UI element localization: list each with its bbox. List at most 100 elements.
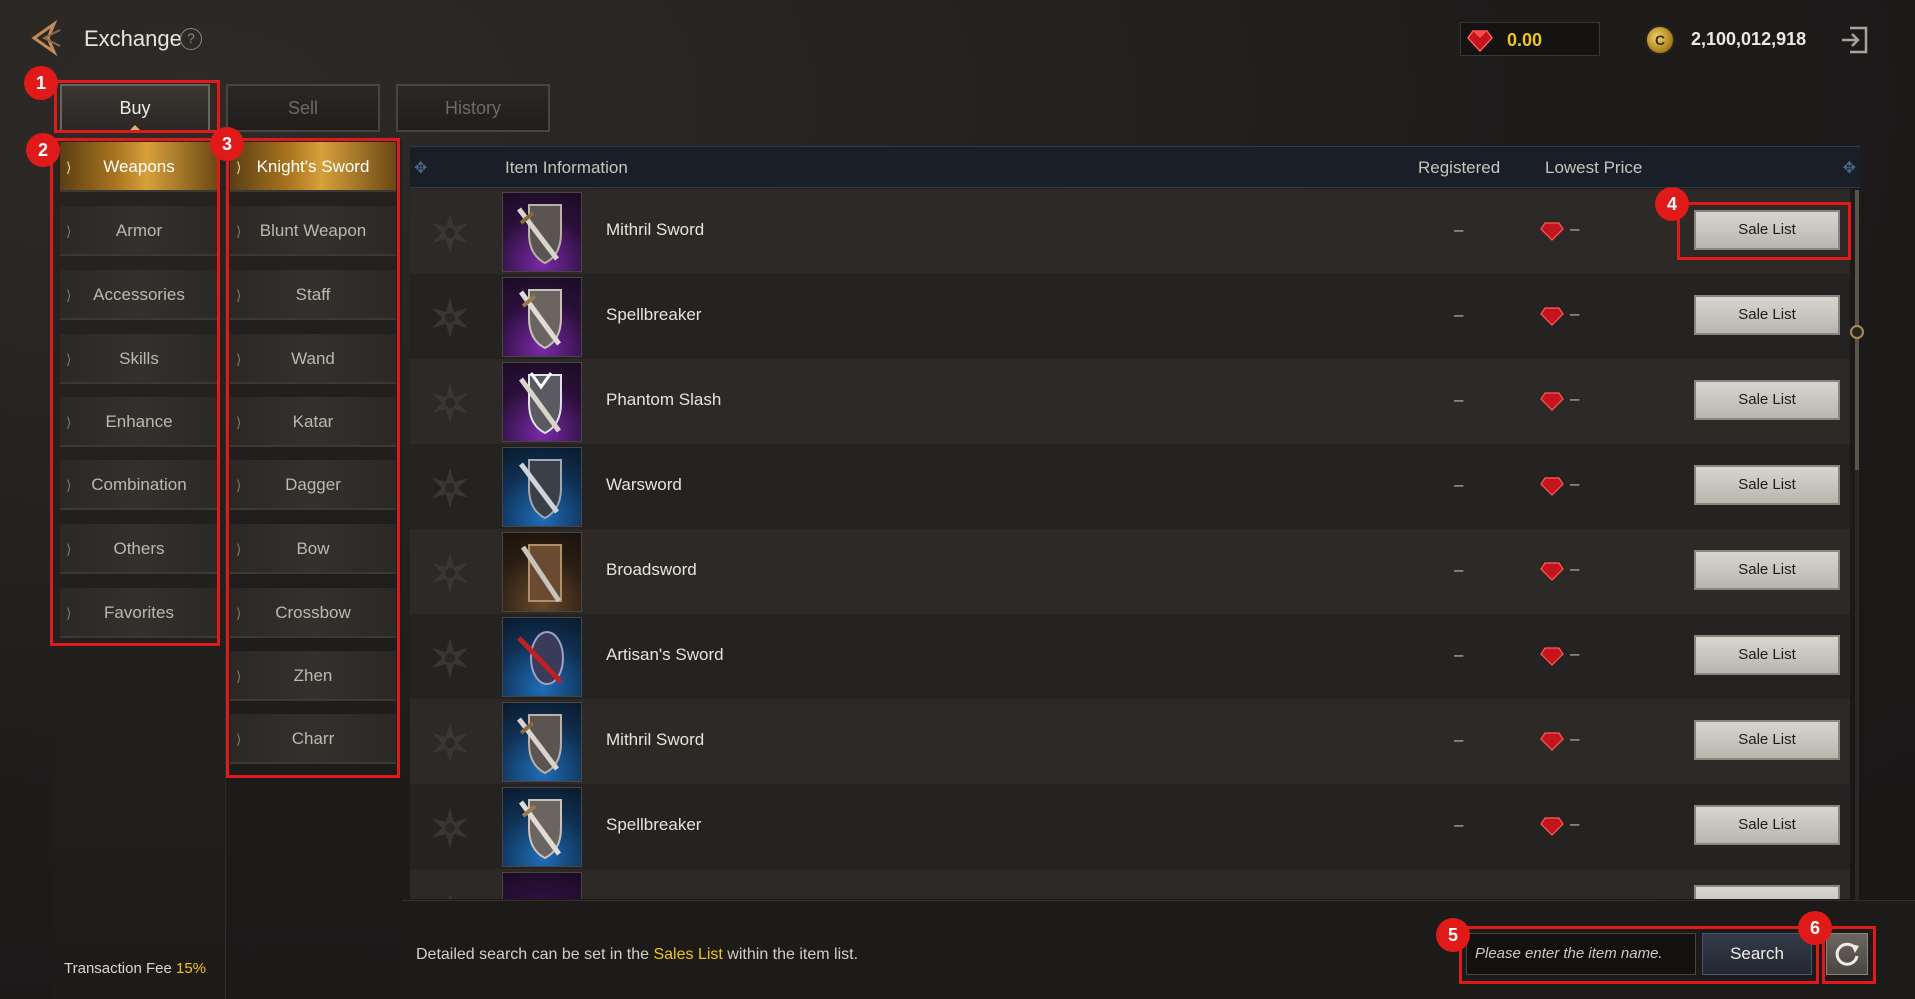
annotation-box-1: [54, 80, 220, 133]
favorite-star-icon[interactable]: [428, 551, 472, 595]
sword-shield-icon: [517, 631, 564, 685]
page-title: Exchange: [84, 26, 182, 51]
ornament-icon: ✥: [1842, 160, 1856, 177]
red-gem-icon: [1540, 817, 1564, 836]
hint-sales-list: Sales List: [653, 946, 723, 963]
lowest-price: –: [1570, 389, 1580, 408]
lowest-price: –: [1570, 729, 1580, 748]
favorite-star-icon[interactable]: [428, 636, 472, 680]
red-gem-icon: [1540, 647, 1564, 666]
annotation-badge: 3: [210, 127, 244, 161]
table-row[interactable]: Phantom Slash – – Sale List: [410, 359, 1850, 444]
favorite-star-icon[interactable]: [428, 721, 472, 765]
annotation-box-5: [1459, 926, 1819, 984]
lowest-price: –: [1570, 219, 1580, 238]
sword-shield-icon: [517, 714, 562, 775]
table-row[interactable]: Spellbreaker – – Sale List: [410, 274, 1850, 359]
help-icon[interactable]: ?: [180, 28, 202, 50]
sale-list-button[interactable]: Sale List: [1694, 805, 1840, 845]
table-row[interactable]: [410, 869, 1850, 899]
sword-shield-icon: [518, 372, 562, 435]
scrollbar[interactable]: [1850, 190, 1864, 900]
sale-list-button[interactable]: Sale List: [1694, 465, 1840, 505]
lowest-price: –: [1570, 474, 1580, 493]
table-row[interactable]: Artisan's Sword – – Sale List: [410, 614, 1850, 699]
hint-text: Detailed search can be set in the: [416, 946, 654, 963]
item-list[interactable]: Mithril Sword – – Sale List Spellbreaker: [410, 189, 1860, 899]
search-hint: Detailed search can be set in the Sales …: [416, 946, 858, 964]
item-thumbnail[interactable]: [502, 192, 582, 272]
item-thumbnail[interactable]: [502, 787, 582, 867]
item-name: Broadsword: [606, 560, 697, 579]
registered-count: –: [1454, 220, 1464, 239]
item-thumbnail[interactable]: [502, 872, 582, 899]
gold-coin-icon: [1645, 25, 1675, 55]
annotation-badge: 6: [1798, 911, 1832, 945]
sale-list-button[interactable]: Sale List: [1694, 635, 1840, 675]
exit-icon[interactable]: [1838, 24, 1870, 56]
fee-label: Transaction Fee: [64, 960, 172, 977]
sale-list-button[interactable]: Sale List: [1694, 380, 1840, 420]
tab-history-label: History: [444, 98, 501, 118]
sale-list-button[interactable]: [1694, 885, 1840, 899]
gem-balance-value: 0.00: [1507, 30, 1543, 50]
header-item-information: Item Information: [505, 158, 628, 177]
tab-sell[interactable]: Sell: [226, 84, 380, 132]
favorite-star-icon[interactable]: [428, 891, 472, 899]
registered-count: –: [1454, 475, 1464, 494]
red-gem-icon: [1540, 392, 1564, 411]
item-thumbnail[interactable]: [502, 362, 582, 442]
item-name: Mithril Sword: [606, 220, 705, 239]
annotation-badge: 4: [1655, 187, 1689, 221]
header-lowest-price: Lowest Price: [1545, 158, 1643, 177]
table-row[interactable]: Spellbreaker – – Sale List: [410, 784, 1850, 869]
red-gem-icon: [1467, 30, 1493, 53]
sword-shield-icon: [518, 799, 562, 860]
ornament-icon: ✥: [414, 160, 428, 177]
registered-count: –: [1454, 390, 1464, 409]
item-thumbnail[interactable]: [502, 277, 582, 357]
annotation-badge: 1: [24, 66, 58, 100]
red-gem-icon: [1540, 562, 1564, 581]
table-row[interactable]: Warsword – – Sale List: [410, 444, 1850, 529]
lowest-price: –: [1570, 559, 1580, 578]
item-name: Phantom Slash: [606, 390, 722, 409]
red-gem-icon: [1540, 477, 1564, 496]
transaction-fee: Transaction Fee 15%: [64, 960, 206, 977]
sale-list-button[interactable]: Sale List: [1694, 295, 1840, 335]
item-name: Spellbreaker: [606, 815, 702, 834]
sale-list-button[interactable]: Sale List: [1694, 550, 1840, 590]
favorite-star-icon[interactable]: [428, 381, 472, 425]
registered-count: –: [1454, 730, 1464, 749]
sale-list-button[interactable]: Sale List: [1694, 720, 1840, 760]
table-row[interactable]: Mithril Sword – – Sale List: [410, 189, 1850, 274]
fee-value: 15%: [176, 960, 207, 977]
item-thumbnail[interactable]: [502, 617, 582, 697]
item-thumbnail[interactable]: [502, 702, 582, 782]
lowest-price: –: [1570, 304, 1580, 323]
red-gem-icon: [1540, 307, 1564, 326]
favorite-star-icon[interactable]: [428, 211, 472, 255]
registered-count: –: [1454, 560, 1464, 579]
favorite-star-icon[interactable]: [428, 296, 472, 340]
table-row[interactable]: Broadsword – – Sale List: [410, 529, 1850, 614]
registered-count: –: [1454, 815, 1464, 834]
red-gem-icon: [1540, 732, 1564, 751]
sword-shield-icon: [520, 544, 562, 603]
sword-shield-icon: [518, 289, 562, 350]
annotation-box-3: [226, 138, 400, 778]
table-header: ✥ Item Information Registered Lowest Pri…: [410, 146, 1860, 188]
favorite-star-icon[interactable]: [428, 466, 472, 510]
favorite-star-icon[interactable]: [428, 806, 472, 850]
tab-sell-label: Sell: [287, 98, 318, 118]
tab-history[interactable]: History: [396, 84, 550, 132]
scroll-handle-icon[interactable]: [1850, 325, 1864, 339]
table-row[interactable]: Mithril Sword – – Sale List: [410, 699, 1850, 784]
back-arrow-icon[interactable]: [24, 16, 68, 60]
item-thumbnail[interactable]: [502, 532, 582, 612]
gold-balance-value: 2,100,012,918: [1691, 29, 1807, 49]
item-name: Spellbreaker: [606, 305, 702, 324]
item-name: Mithril Sword: [606, 730, 705, 749]
item-thumbnail[interactable]: [502, 447, 582, 527]
hint-text-end: within the item list.: [722, 946, 859, 963]
